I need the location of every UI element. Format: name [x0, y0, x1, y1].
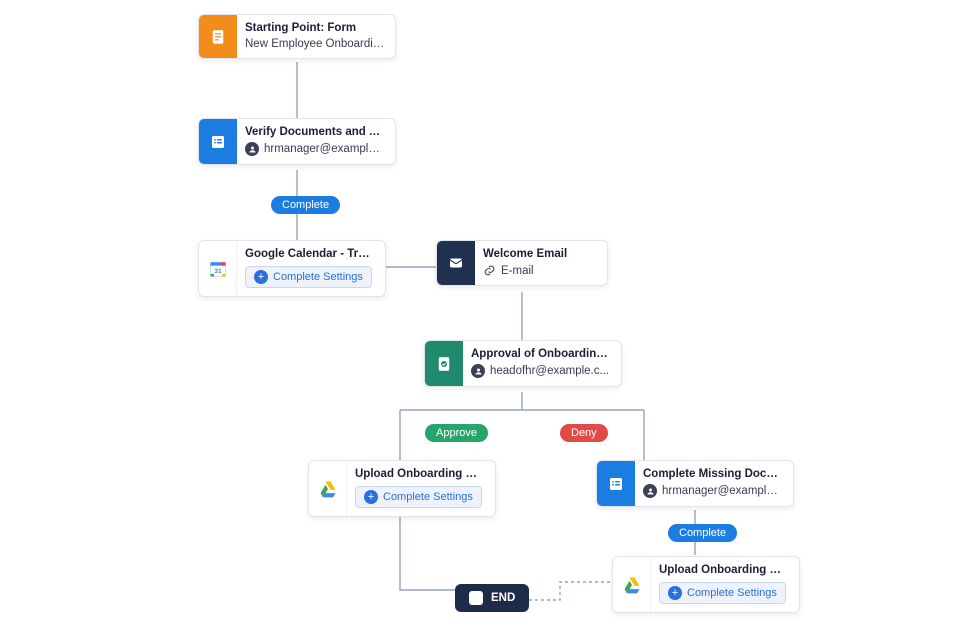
- button-label: Complete Settings: [383, 491, 473, 503]
- plus-icon: +: [364, 490, 378, 504]
- node-title: Upload Onboarding Docume...: [659, 564, 789, 576]
- node-assignee: hrmanager@example....: [264, 143, 385, 155]
- form-icon: [199, 15, 237, 58]
- node-verify-documents[interactable]: Verify Documents and Assig... hrmanager@…: [198, 118, 396, 165]
- pill-complete: Complete: [271, 196, 340, 214]
- node-title: Approval of Onboarding Pro...: [471, 348, 611, 360]
- google-calendar-icon: 31: [199, 241, 237, 296]
- user-icon: [245, 142, 259, 156]
- node-upload-onboarding-1[interactable]: Upload Onboarding Docume... + Complete S…: [308, 460, 496, 517]
- node-title: Complete Missing Documents: [643, 468, 783, 480]
- task-icon: [597, 461, 635, 506]
- node-start-form[interactable]: Starting Point: Form New Employee Onboar…: [198, 14, 396, 59]
- pill-deny: Deny: [560, 424, 608, 442]
- node-end[interactable]: END: [455, 584, 529, 612]
- user-icon: [643, 484, 657, 498]
- node-title: Welcome Email: [483, 248, 597, 260]
- plus-icon: +: [668, 586, 682, 600]
- google-drive-icon: [309, 461, 347, 516]
- end-label: END: [491, 592, 515, 604]
- node-title: Verify Documents and Assig...: [245, 126, 385, 138]
- node-subtitle: E-mail: [501, 265, 534, 277]
- node-subtitle: New Employee Onboardin...: [245, 38, 385, 50]
- svg-text:31: 31: [214, 268, 222, 275]
- workflow-canvas: Starting Point: Form New Employee Onboar…: [0, 0, 968, 633]
- pill-approve: Approve: [425, 424, 488, 442]
- complete-settings-button[interactable]: + Complete Settings: [245, 266, 372, 288]
- node-google-calendar[interactable]: 31 Google Calendar - Training S... + Com…: [198, 240, 386, 297]
- node-title: Starting Point: Form: [245, 22, 385, 34]
- node-assignee: hrmanager@examplec...: [662, 485, 783, 497]
- connectors: [0, 0, 968, 633]
- plus-icon: +: [254, 270, 268, 284]
- node-welcome-email[interactable]: Welcome Email E-mail: [436, 240, 608, 286]
- google-drive-icon: [613, 557, 651, 612]
- link-icon: [483, 264, 496, 277]
- node-complete-missing[interactable]: Complete Missing Documents hrmanager@exa…: [596, 460, 794, 507]
- complete-settings-button[interactable]: + Complete Settings: [355, 486, 482, 508]
- node-assignee: headofhr@example.c...: [490, 365, 609, 377]
- button-label: Complete Settings: [687, 587, 777, 599]
- button-label: Complete Settings: [273, 271, 363, 283]
- stop-icon: [469, 591, 483, 605]
- node-upload-onboarding-2[interactable]: Upload Onboarding Docume... + Complete S…: [612, 556, 800, 613]
- task-icon: [199, 119, 237, 164]
- node-title: Upload Onboarding Docume...: [355, 468, 485, 480]
- pill-complete: Complete: [668, 524, 737, 542]
- approval-icon: [425, 341, 463, 386]
- user-icon: [471, 364, 485, 378]
- email-icon: [437, 241, 475, 285]
- node-approval[interactable]: Approval of Onboarding Pro... headofhr@e…: [424, 340, 622, 387]
- node-title: Google Calendar - Training S...: [245, 248, 375, 260]
- complete-settings-button[interactable]: + Complete Settings: [659, 582, 786, 604]
